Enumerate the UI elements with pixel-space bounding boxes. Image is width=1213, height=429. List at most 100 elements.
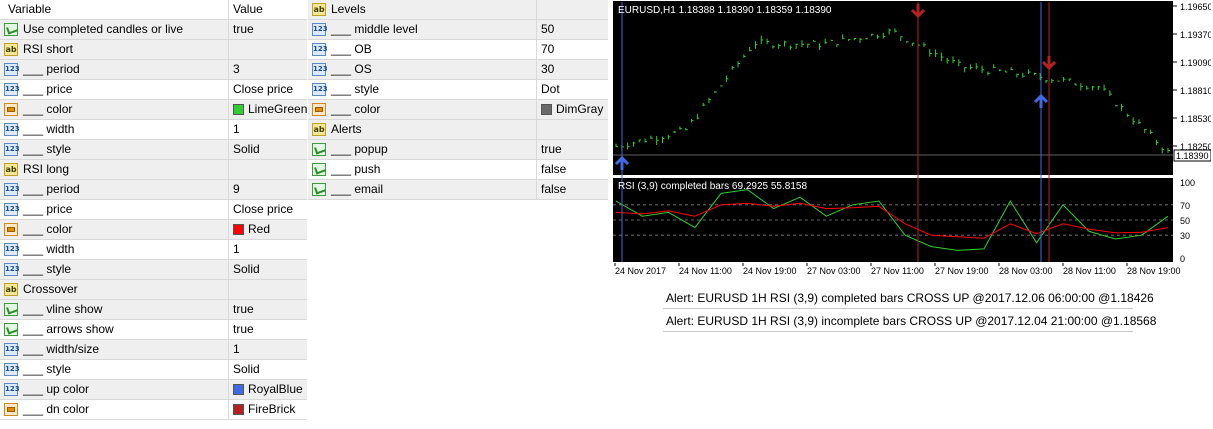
param-value-cell[interactable]: 50 [536, 20, 608, 39]
param-value-cell[interactable]: 1 [228, 120, 307, 139]
param-name-cell: 123 ___ width [0, 240, 228, 259]
price-chart[interactable]: 1.196501.193701.190901.188101.185301.182… [612, 0, 1211, 280]
param-name-cell: 123 ___ style [0, 360, 228, 379]
price-tick-label: 1.18530 [1180, 114, 1211, 124]
param-value-cell[interactable]: Solid [228, 260, 307, 279]
number-param-icon: 123 [4, 203, 20, 216]
param-row[interactable]: ___ vline show true [0, 300, 307, 320]
param-value-cell[interactable]: 1 [228, 340, 307, 359]
param-value-cell[interactable]: LimeGreen [228, 100, 307, 119]
param-value-cell[interactable] [228, 40, 307, 59]
param-row[interactable]: ___ color LimeGreen [0, 100, 307, 120]
param-value-cell[interactable] [228, 280, 307, 299]
param-row[interactable]: ab RSI long [0, 160, 307, 180]
param-row[interactable]: 123 ___ price Close price [0, 200, 307, 220]
time-tick-label: 24 Nov 11:00 [679, 266, 732, 276]
param-value-cell[interactable]: 9 [228, 180, 307, 199]
param-label: ___ style [23, 362, 72, 376]
param-value-cell[interactable] [536, 0, 608, 19]
color-swatch [233, 384, 244, 395]
param-value-cell[interactable] [228, 160, 307, 179]
param-name-cell: 123 ___ price [0, 200, 228, 219]
param-label: ___ OS [331, 62, 372, 76]
param-row[interactable]: 123 ___ style Solid [0, 260, 307, 280]
price-tick-label: 1.19090 [1180, 58, 1211, 68]
param-name-cell: ___ color [308, 100, 536, 119]
param-value-cell[interactable] [536, 120, 608, 139]
param-value: Close price [233, 202, 294, 216]
color-swatch [233, 224, 244, 235]
param-value: 1 [233, 342, 240, 356]
param-name-cell: ab RSI short [0, 40, 228, 59]
rsi-tick-label: 100 [1180, 178, 1195, 188]
param-value-cell[interactable]: true [228, 300, 307, 319]
param-value: Solid [233, 142, 260, 156]
param-row[interactable]: ab Levels [308, 0, 608, 20]
param-row[interactable]: 123 ___ width/size 1 [0, 340, 307, 360]
param-row[interactable]: 123 ___ OB 70 [308, 40, 608, 60]
param-row[interactable]: 123 ___ width 1 [0, 240, 307, 260]
param-label: ___ width [23, 122, 75, 136]
param-row[interactable]: 123 ___ period 9 [0, 180, 307, 200]
number-param-icon: 123 [4, 383, 20, 396]
param-label: ___ middle level [331, 22, 418, 36]
param-row[interactable]: 123 ___ style Solid [0, 360, 307, 380]
param-row[interactable]: ___ color DimGray [308, 100, 608, 120]
param-row[interactable]: ___ arrows show true [0, 320, 307, 340]
param-label: ___ style [23, 142, 72, 156]
param-row[interactable]: ab RSI short [0, 40, 307, 60]
param-row[interactable]: 123 ___ middle level 50 [308, 20, 608, 40]
param-value: 50 [541, 22, 555, 36]
variable-column-header[interactable]: Variable [0, 0, 228, 19]
number-param-icon: 123 [4, 183, 20, 196]
param-value-cell[interactable]: false [536, 180, 608, 199]
param-value: 3 [233, 62, 240, 76]
param-value-cell[interactable]: FireBrick [228, 400, 307, 419]
param-value-cell[interactable]: 1 [228, 240, 307, 259]
param-value-cell[interactable]: Close price [228, 80, 307, 99]
param-value-cell[interactable]: 3 [228, 60, 307, 79]
param-value-cell[interactable]: true [536, 140, 608, 159]
number-param-icon: 123 [4, 363, 20, 376]
time-tick-label: 28 Nov 19:00 [1127, 266, 1181, 276]
param-value-cell[interactable]: Red [228, 220, 307, 239]
param-name-cell: 123 ___ period [0, 60, 228, 79]
param-row[interactable]: ab Alerts [308, 120, 608, 140]
param-row[interactable]: Use completed candles or live true [0, 20, 307, 40]
param-value-cell[interactable]: 30 [536, 60, 608, 79]
param-value-cell[interactable]: RoyalBlue [228, 380, 307, 399]
param-value-cell[interactable]: Solid [228, 360, 307, 379]
param-row[interactable]: 123 ___ price Close price [0, 80, 307, 100]
param-name-cell: 123 ___ width [0, 120, 228, 139]
param-row[interactable]: 123 ___ up color RoyalBlue [0, 380, 307, 400]
param-row[interactable]: ___ color Red [0, 220, 307, 240]
param-value-cell[interactable]: Solid [228, 140, 307, 159]
param-row[interactable]: 123 ___ OS 30 [308, 60, 608, 80]
param-value-cell[interactable]: true [228, 320, 307, 339]
param-row[interactable]: ___ email false [308, 180, 608, 200]
param-row[interactable]: ___ dn color FireBrick [0, 400, 307, 420]
alert-row-2[interactable]: Alert: EURUSD 1H RSI (3,9) incomplete ba… [663, 311, 1156, 332]
param-row[interactable]: ab Crossover [0, 280, 307, 300]
number-param-icon: 123 [4, 243, 20, 256]
param-row[interactable]: 123 ___ style Dot [308, 80, 608, 100]
param-name-cell: 123 ___ width/size [0, 340, 228, 359]
param-value-cell[interactable]: true [228, 20, 307, 39]
time-tick-label: 24 Nov 2017 [615, 266, 666, 276]
param-value-cell[interactable]: false [536, 160, 608, 179]
param-value-cell[interactable]: Close price [228, 200, 307, 219]
param-row[interactable]: 123 ___ style Solid [0, 140, 307, 160]
param-value: RoyalBlue [248, 382, 303, 396]
param-value-cell[interactable]: 70 [536, 40, 608, 59]
param-value-cell[interactable]: Dot [536, 80, 608, 99]
bool-param-icon [312, 163, 326, 176]
bool-param-icon [4, 303, 18, 316]
value-column-header[interactable]: Value [228, 0, 307, 19]
param-row[interactable]: ___ push false [308, 160, 608, 180]
alert-row-1[interactable]: Alert: EURUSD 1H RSI (3,9) completed bar… [663, 288, 1154, 309]
param-row[interactable]: 123 ___ width 1 [0, 120, 307, 140]
param-value-cell[interactable]: DimGray [536, 100, 608, 119]
param-label: ___ period [23, 182, 80, 196]
param-row[interactable]: ___ popup true [308, 140, 608, 160]
param-row[interactable]: 123 ___ period 3 [0, 60, 307, 80]
